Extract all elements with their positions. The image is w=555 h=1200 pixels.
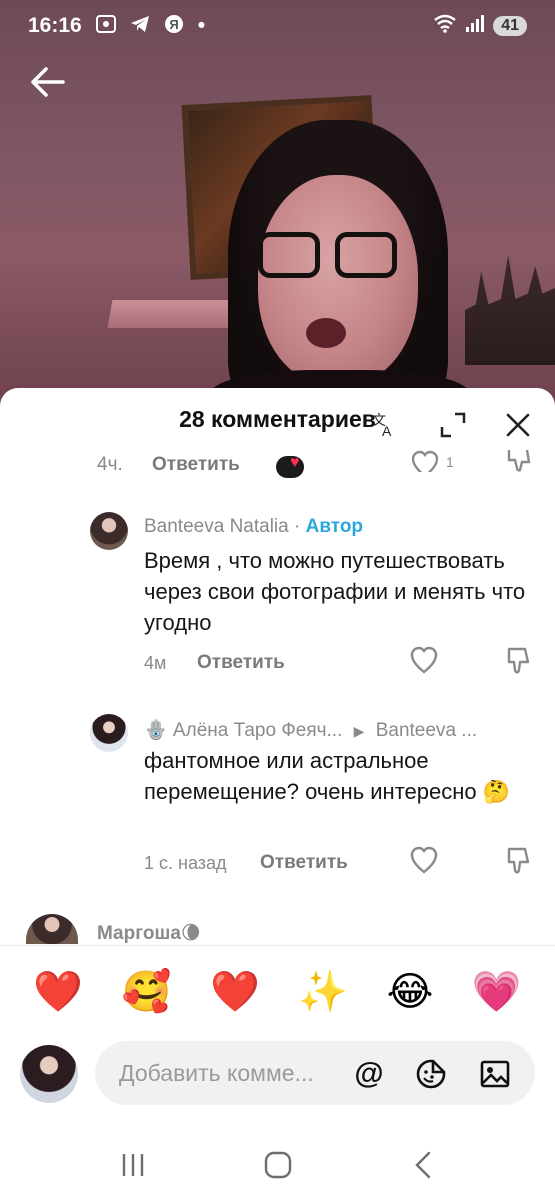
comment-text: фантомное или астральное перемещение? оч… xyxy=(144,748,511,804)
comment-username[interactable]: Маргоша🌘 xyxy=(97,922,201,945)
emoji-red-heart-2[interactable]: ❤️ xyxy=(210,970,260,1014)
castle-figurine xyxy=(465,255,555,365)
glasses-right xyxy=(335,232,397,278)
home-icon xyxy=(264,1151,291,1179)
close-button[interactable] xyxy=(503,410,533,440)
comment-input-row: @ xyxy=(0,1037,555,1117)
avatar[interactable] xyxy=(26,914,78,944)
reply-button[interactable]: Ответить xyxy=(197,652,285,674)
dislike-icon[interactable] xyxy=(503,646,533,676)
recents-icon xyxy=(122,1154,143,1176)
avatar[interactable] xyxy=(90,512,128,550)
svg-text:Я: Я xyxy=(169,17,178,32)
reply-arrow-icon: ▶ xyxy=(353,723,365,739)
comment-username[interactable]: Banteeva Natalia · Автор xyxy=(144,516,363,538)
wifi-icon xyxy=(433,13,457,39)
translate-icon: 文A xyxy=(372,412,392,439)
svg-text:A: A xyxy=(382,423,392,439)
my-avatar xyxy=(20,1045,78,1103)
close-icon xyxy=(506,413,530,437)
telegram-icon xyxy=(130,15,150,38)
heart-icon[interactable] xyxy=(410,450,440,478)
yandex-icon: Я xyxy=(164,14,184,39)
sticker-icon xyxy=(416,1059,446,1089)
heart-icon[interactable] xyxy=(409,646,439,676)
notification-dot: • xyxy=(197,14,206,37)
creator-liked-badge xyxy=(276,454,304,478)
glasses-left xyxy=(258,232,320,278)
signal-icon xyxy=(465,13,485,39)
comments-sheet: 28 комментариев 文A 4ч. Ответить 1 xyxy=(0,388,555,1200)
dislike-icon[interactable] xyxy=(505,450,533,478)
quick-emoji-bar: ❤️ 🥰 ❤️ ✨ 😂 💗 xyxy=(0,945,555,1037)
comment-text: Время , что можно путешествовать через с… xyxy=(144,548,526,635)
comment-input[interactable] xyxy=(119,1059,329,1087)
image-button[interactable] xyxy=(479,1058,511,1090)
home-button[interactable] xyxy=(258,1145,298,1185)
recents-button[interactable] xyxy=(113,1145,153,1185)
status-time: 16:16 xyxy=(28,14,82,37)
emoji-red-heart[interactable]: ❤️ xyxy=(33,970,83,1014)
back-button[interactable] xyxy=(30,66,70,106)
person-face xyxy=(258,175,418,385)
back-nav-button[interactable] xyxy=(403,1145,443,1185)
reply-button[interactable]: Ответить xyxy=(260,852,348,874)
person-mouth xyxy=(306,318,346,348)
comment-time: 4ч. xyxy=(97,454,123,475)
emoji-tears-of-joy[interactable]: 😂 xyxy=(387,970,434,1014)
reply-to-username[interactable]: Banteeva ... xyxy=(376,720,477,741)
emoji-smiling-hearts[interactable]: 🥰 xyxy=(122,970,172,1014)
comment-input-container[interactable]: @ xyxy=(95,1041,535,1105)
emoji-growing-heart[interactable]: 💗 xyxy=(472,970,522,1014)
previous-comment-meta: 4ч. Ответить 1 xyxy=(0,450,555,480)
battery-indicator: 41 xyxy=(493,16,527,36)
author-badge: Автор xyxy=(305,516,364,537)
comment-item: Banteeva Natalia · Автор Время , что мож… xyxy=(0,508,555,693)
translate-button[interactable]: 文A xyxy=(368,410,398,440)
sticker-button[interactable] xyxy=(415,1058,447,1090)
chevron-left-icon xyxy=(414,1151,430,1179)
comment-username[interactable]: 🪬 Алёна Таро Феяч... ▶ Banteeva ... xyxy=(144,718,477,742)
comment-item: 🪬 Алёна Таро Феяч... ▶ Banteeva ... фант… xyxy=(0,708,555,893)
shelf-background xyxy=(107,300,243,328)
expand-icon xyxy=(440,412,466,438)
heart-icon[interactable] xyxy=(409,846,439,876)
comment-item: Маргоша🌘 xyxy=(0,914,555,945)
video-player[interactable] xyxy=(0,0,555,420)
sheet-header: 28 комментариев 文A xyxy=(0,388,555,450)
system-nav-bar xyxy=(0,1130,555,1200)
arrow-left-icon xyxy=(31,67,65,97)
comments-count-title: 28 комментариев xyxy=(179,405,376,432)
like-count: 1 xyxy=(446,454,454,470)
comment-time: 1 с. назад xyxy=(144,853,227,873)
status-bar: 16:16 Я • 41 xyxy=(0,0,555,52)
dislike-icon[interactable] xyxy=(503,846,533,876)
avatar[interactable] xyxy=(90,714,128,752)
emoji-sparkles[interactable]: ✨ xyxy=(298,970,348,1014)
image-icon xyxy=(480,1060,510,1088)
screen-record-icon xyxy=(95,14,116,38)
comments-list[interactable]: 4ч. Ответить 1 Banteeva Natalia · Автор … xyxy=(0,450,555,945)
mention-button[interactable]: @ xyxy=(353,1058,385,1090)
reply-button[interactable]: Ответить xyxy=(152,454,240,476)
expand-button[interactable] xyxy=(438,410,468,440)
comment-time: 4м xyxy=(144,653,167,673)
